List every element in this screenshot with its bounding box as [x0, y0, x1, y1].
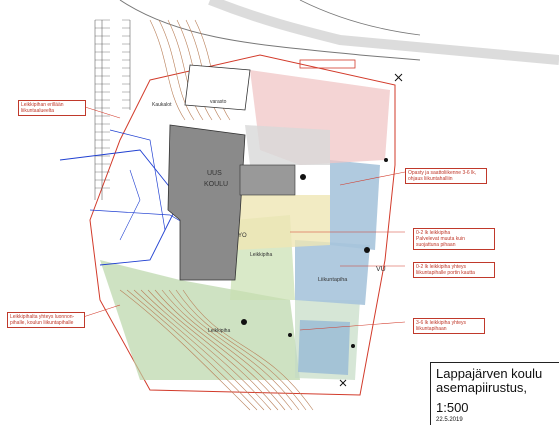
- parking-stalls: [95, 19, 130, 189]
- note-pickup-traffic: Opasty ja saattoliikenne 3-6 lk, ohjaus …: [405, 168, 487, 184]
- liikuntapiha-label: Liikuntapiha: [318, 277, 348, 283]
- note-play-0-2-protected: 0-2 lk leikkipiha Palvelevat muuta kuin …: [413, 228, 495, 250]
- parking-area: [94, 20, 131, 200]
- note-play-0-2-gate: 0-2 lk leikkipiha yhteys liikuntapihalle…: [413, 262, 495, 278]
- sports-field: [295, 240, 370, 305]
- storage-label: varasto: [210, 99, 227, 105]
- yellow-zone: [235, 195, 330, 250]
- note-play-3-6: 3-6 lk leikkipiha yhteys liikuntapihaan: [413, 318, 485, 334]
- yo-label: YO: [238, 233, 247, 239]
- gray-zone: [245, 125, 330, 165]
- leikkipiha-label-1: Leikkipiha: [250, 252, 272, 258]
- building-label-uus: UUS: [207, 170, 222, 177]
- canopy: [299, 59, 356, 69]
- date-label: 22.5.2019: [436, 417, 463, 423]
- leikkipiha-label-2: Leikkipiha: [208, 328, 230, 334]
- scale-label: 1:500: [436, 400, 469, 415]
- title-line-2: asemapiirustus,: [436, 380, 528, 395]
- title-block: Lappajärven koulu asemapiirustus, 1:500 …: [430, 362, 559, 425]
- annex-building: [239, 164, 296, 196]
- utility-line: [119, 169, 141, 241]
- note-play-area-separate: Leikkipihan erillään liikuntaalueelta: [18, 100, 86, 116]
- note-nature-yard: Leikkipihalta yhteys luonnon- pihalle, k…: [7, 312, 85, 328]
- vu-label: VU: [376, 266, 386, 273]
- building-label-koulu: KOULU: [204, 181, 228, 188]
- site-plan: UUS KOULU varasto Liikuntapiha VU YO Lei…: [59, 0, 559, 411]
- road-edge: [119, 0, 421, 61]
- kaukalot-label: Kaukalot: [152, 102, 172, 108]
- school-building: [167, 124, 246, 281]
- road: [208, 0, 559, 65]
- title-line-1: Lappajärven koulu: [436, 366, 543, 381]
- utility-line: [59, 149, 181, 266]
- sports-field: [330, 160, 380, 250]
